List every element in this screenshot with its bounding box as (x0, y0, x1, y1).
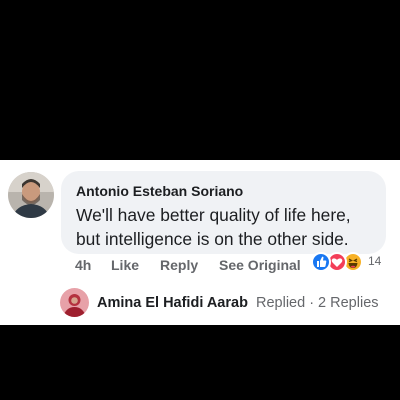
comment-line-2: but intelligence is on the other side. (76, 229, 349, 249)
see-original-button[interactable]: See Original (219, 257, 301, 273)
commenter-avatar[interactable] (8, 172, 54, 218)
replies-row[interactable]: Amina El Hafidi Aarab Replied · 2 Replie… (60, 288, 400, 320)
reply-status[interactable]: Replied · 2 Replies (256, 295, 379, 311)
reaction-count: 14 (368, 254, 382, 268)
comment-text: We'll have better quality of life here, … (76, 203, 381, 251)
reactions-summary[interactable]: 14 (311, 252, 391, 272)
like-button[interactable]: Like (111, 257, 139, 273)
comment-line-1: We'll have better quality of life here, (76, 205, 351, 225)
comment-author[interactable]: Antonio Esteban Soriano (76, 183, 243, 199)
reply-button[interactable]: Reply (160, 257, 198, 273)
like-icon (311, 252, 331, 272)
replier-name[interactable]: Amina El Hafidi Aarab (97, 295, 248, 311)
replier-avatar[interactable] (60, 288, 89, 317)
comment-time[interactable]: 4h (75, 257, 91, 273)
